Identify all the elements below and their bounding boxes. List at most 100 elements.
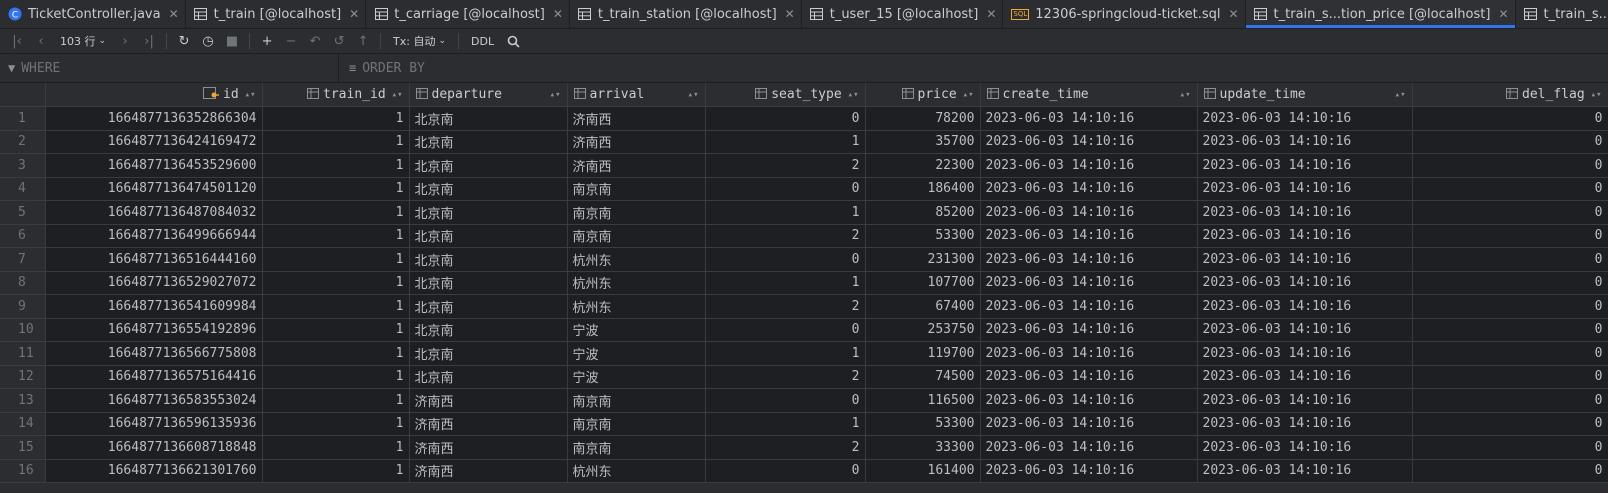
row-number[interactable]: 2 [0, 130, 46, 154]
cell-create-time[interactable]: 2023-06-03 14:10:16 [980, 435, 1198, 460]
cell-seat-type[interactable]: 2 [705, 365, 866, 389]
order-by-input[interactable]: ≡ ORDER BY [339, 54, 425, 82]
sort-arrows-icon[interactable]: ▴▾ [550, 90, 561, 100]
column-header-id[interactable]: id ▴▾ [45, 83, 263, 107]
cell-train-id[interactable]: 1 [262, 294, 410, 319]
cell-update-time[interactable]: 2023-06-03 14:10:16 [1197, 459, 1413, 483]
cell-id[interactable]: 1664877136499666944 [45, 224, 263, 248]
cell-arrival[interactable]: 济南西 [567, 106, 706, 131]
cell-price[interactable]: 186400 [865, 177, 981, 201]
row-number[interactable]: 9 [0, 294, 46, 319]
column-header-arrival[interactable]: arrival ▴▾ [567, 83, 706, 107]
row-number[interactable]: 15 [0, 435, 46, 460]
cell-id[interactable]: 1664877136516444160 [45, 247, 263, 272]
cell-departure[interactable]: 北京南 [409, 294, 568, 319]
column-header-seat-type[interactable]: seat_type ▴▾ [705, 83, 866, 107]
next-page-icon[interactable]: › [114, 31, 136, 51]
cell-id[interactable]: 1664877136453529600 [45, 153, 263, 178]
cell-seat-type[interactable]: 0 [705, 388, 866, 413]
cell-create-time[interactable]: 2023-06-03 14:10:16 [980, 318, 1198, 342]
cell-update-time[interactable]: 2023-06-03 14:10:16 [1197, 365, 1413, 389]
revert-all-icon[interactable]: ↺ [328, 31, 350, 51]
cell-train-id[interactable]: 1 [262, 388, 410, 413]
cell-departure[interactable]: 济南西 [409, 388, 568, 413]
column-header-del-flag[interactable]: del_flag ▴▾ [1412, 83, 1608, 107]
cell-price[interactable]: 53300 [865, 412, 981, 436]
cell-price[interactable]: 161400 [865, 459, 981, 483]
cell-arrival[interactable]: 济南西 [567, 153, 706, 178]
cell-seat-type[interactable]: 2 [705, 224, 866, 248]
cell-arrival[interactable]: 南京南 [567, 412, 706, 436]
row-number[interactable]: 1 [0, 106, 46, 131]
cell-id[interactable]: 1664877136487084032 [45, 200, 263, 225]
cell-train-id[interactable]: 1 [262, 153, 410, 178]
close-icon[interactable]: ✕ [169, 7, 179, 21]
cell-seat-type[interactable]: 1 [705, 412, 866, 436]
cell-del-flag[interactable]: 0 [1412, 412, 1608, 436]
search-icon[interactable] [502, 31, 524, 51]
cell-train-id[interactable]: 1 [262, 177, 410, 201]
cell-price[interactable]: 78200 [865, 106, 981, 131]
editor-tab[interactable]: t_train_station [@localhost] ✕ [570, 0, 802, 28]
cell-update-time[interactable]: 2023-06-03 14:10:16 [1197, 318, 1413, 342]
cell-train-id[interactable]: 1 [262, 224, 410, 248]
cell-create-time[interactable]: 2023-06-03 14:10:16 [980, 271, 1198, 295]
row-count-dropdown[interactable]: 103 行 ⌄ [54, 33, 112, 49]
cell-create-time[interactable]: 2023-06-03 14:10:16 [980, 412, 1198, 436]
cell-create-time[interactable]: 2023-06-03 14:10:16 [980, 130, 1198, 154]
cell-seat-type[interactable]: 2 [705, 153, 866, 178]
cell-del-flag[interactable]: 0 [1412, 435, 1608, 460]
cell-departure[interactable]: 济南西 [409, 412, 568, 436]
cell-train-id[interactable]: 1 [262, 459, 410, 483]
cell-arrival[interactable]: 杭州东 [567, 459, 706, 483]
cell-price[interactable]: 253750 [865, 318, 981, 342]
refresh-icon[interactable]: ↻ [173, 31, 195, 51]
add-row-icon[interactable]: + [256, 31, 278, 51]
row-number[interactable]: 10 [0, 318, 46, 342]
cell-seat-type[interactable]: 0 [705, 106, 866, 131]
editor-tab[interactable]: t_train [@localhost] ✕ [186, 0, 367, 28]
cell-id[interactable]: 1664877136424169472 [45, 130, 263, 154]
cell-arrival[interactable]: 济南西 [567, 130, 706, 154]
row-number[interactable]: 6 [0, 224, 46, 248]
cell-price[interactable]: 67400 [865, 294, 981, 319]
cell-seat-type[interactable]: 1 [705, 200, 866, 225]
cell-train-id[interactable]: 1 [262, 130, 410, 154]
cell-arrival[interactable]: 宁波 [567, 318, 706, 342]
row-number[interactable]: 5 [0, 200, 46, 225]
editor-tab[interactable]: t_train_s...n_relation [@localhost]✕ [1516, 0, 1608, 28]
submit-icon[interactable]: ↑ [352, 31, 374, 51]
cell-id[interactable]: 1664877136474501120 [45, 177, 263, 201]
cell-departure[interactable]: 北京南 [409, 365, 568, 389]
close-icon[interactable]: ✕ [986, 7, 996, 21]
cell-del-flag[interactable]: 0 [1412, 294, 1608, 319]
row-number[interactable]: 7 [0, 247, 46, 272]
cell-update-time[interactable]: 2023-06-03 14:10:16 [1197, 294, 1413, 319]
cell-arrival[interactable]: 杭州东 [567, 294, 706, 319]
cell-departure[interactable]: 北京南 [409, 271, 568, 295]
cell-id[interactable]: 1664877136541609984 [45, 294, 263, 319]
cell-del-flag[interactable]: 0 [1412, 459, 1608, 483]
sort-arrows-icon[interactable]: ▴▾ [392, 90, 403, 100]
revert-icon[interactable]: ↶ [304, 31, 326, 51]
where-filter-input[interactable]: ▼ WHERE [0, 54, 339, 82]
editor-tab[interactable]: t_train_s...tion_price [@localhost] ✕ [1245, 0, 1516, 28]
close-icon[interactable]: ✕ [785, 7, 795, 21]
sort-arrows-icon[interactable]: ▴▾ [1180, 90, 1191, 100]
cell-seat-type[interactable]: 0 [705, 318, 866, 342]
cell-del-flag[interactable]: 0 [1412, 130, 1608, 154]
cell-departure[interactable]: 北京南 [409, 341, 568, 366]
editor-tab[interactable]: C TicketController.java ✕ [0, 0, 186, 28]
cell-create-time[interactable]: 2023-06-03 14:10:16 [980, 365, 1198, 389]
cell-id[interactable]: 1664877136596135936 [45, 412, 263, 436]
cell-create-time[interactable]: 2023-06-03 14:10:16 [980, 341, 1198, 366]
close-icon[interactable]: ✕ [1498, 7, 1508, 21]
cell-update-time[interactable]: 2023-06-03 14:10:16 [1197, 177, 1413, 201]
cell-departure[interactable]: 北京南 [409, 153, 568, 178]
cell-id[interactable]: 1664877136554192896 [45, 318, 263, 342]
cell-update-time[interactable]: 2023-06-03 14:10:16 [1197, 247, 1413, 272]
cell-id[interactable]: 1664877136583553024 [45, 388, 263, 413]
cell-train-id[interactable]: 1 [262, 247, 410, 272]
cell-update-time[interactable]: 2023-06-03 14:10:16 [1197, 153, 1413, 178]
sort-arrows-icon[interactable]: ▴▾ [848, 90, 859, 100]
